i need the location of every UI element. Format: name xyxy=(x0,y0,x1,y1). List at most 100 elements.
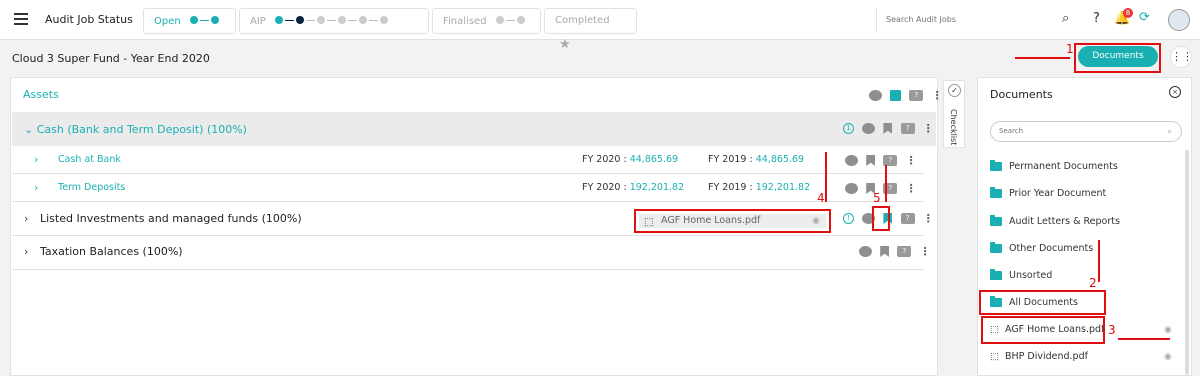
checklist-tab[interactable]: ✓ Checklist xyxy=(943,80,965,148)
help-icon[interactable]: ? xyxy=(1093,11,1100,26)
eye-icon[interactable]: ◉ xyxy=(812,214,820,228)
annotation-arrow xyxy=(825,152,827,202)
comment-icon[interactable] xyxy=(845,155,858,166)
folder-icon xyxy=(990,160,1002,171)
folder-icon xyxy=(990,187,1002,198)
checklist-label: Checklist xyxy=(949,109,958,146)
more-icon[interactable]: ⋮ xyxy=(923,122,934,135)
documents-title: Documents xyxy=(990,88,1053,101)
folder-icon xyxy=(990,269,1002,280)
comment-icon[interactable] xyxy=(859,246,872,257)
folder-item[interactable]: Prior Year Document xyxy=(990,187,1106,199)
annotation-box-5 xyxy=(872,206,890,231)
chevron-right-icon[interactable]: › xyxy=(34,153,38,166)
fy2019-value: 44,865.69 xyxy=(755,154,805,165)
bookmark-icon[interactable] xyxy=(890,90,902,101)
app-title: Audit Job Status xyxy=(45,13,133,26)
chevron-right-icon[interactable]: › xyxy=(24,212,28,225)
chevron-right-icon[interactable]: › xyxy=(34,181,38,194)
file-icon: ⬚ xyxy=(990,351,999,362)
annotation-number: 5 xyxy=(873,191,881,205)
attached-file-name: AGF Home Loans.pdf xyxy=(661,215,761,226)
star-icon: ★ xyxy=(559,37,571,52)
annotation-arrow xyxy=(1098,240,1100,282)
chevron-right-icon[interactable]: › xyxy=(24,245,28,258)
stage-open[interactable]: Open xyxy=(143,8,236,34)
bookmark-icon[interactable] xyxy=(866,155,876,166)
annotation-box-3 xyxy=(981,316,1105,344)
fy2020-value: 44,865.69 xyxy=(629,154,679,165)
notification-badge: 8 xyxy=(1123,8,1133,18)
more-icon[interactable]: ⋮ xyxy=(920,245,931,258)
folder-item[interactable]: Permanent Documents xyxy=(990,160,1118,172)
info-icon[interactable]: 1 xyxy=(843,123,854,134)
annotation-box-1 xyxy=(1074,43,1161,73)
folder-item[interactable]: Other Documents xyxy=(990,242,1093,254)
documents-search-input[interactable] xyxy=(999,127,1149,135)
info-icon[interactable]: ! xyxy=(843,213,854,224)
annotation-arrow xyxy=(885,165,887,202)
sync-icon[interactable]: ⟳ xyxy=(1139,10,1150,25)
table-row[interactable]: › Taxation Balances (100%) ? ⋮ xyxy=(12,236,931,270)
more-icon[interactable]: ⋮ xyxy=(923,212,934,225)
bookmark-icon[interactable] xyxy=(883,123,893,134)
top-bar: Audit Job Status Open AIP Finalised Comp… xyxy=(0,0,1200,52)
folder-icon xyxy=(990,215,1002,226)
more-icon[interactable]: ⋮ xyxy=(932,89,943,102)
row-label[interactable]: Term Deposits xyxy=(58,182,125,193)
file-icon: ⬚ xyxy=(644,217,654,228)
query-icon[interactable]: ? xyxy=(909,90,924,101)
page-title: Cloud 3 Super Fund - Year End 2020 xyxy=(12,52,210,65)
row-label[interactable]: Cash at Bank xyxy=(58,154,121,165)
attached-file-chip[interactable]: ⬚ AGF Home Loans.pdf ◉ xyxy=(634,209,831,233)
annotation-box-2 xyxy=(979,290,1106,315)
stage-completed[interactable]: Completed ★ xyxy=(544,8,637,52)
search-icon[interactable]: ⌕ xyxy=(1168,122,1172,141)
comment-icon[interactable] xyxy=(862,123,876,134)
cash-group-row[interactable]: ⌄ Cash (Bank and Term Deposit) (100%) 1 … xyxy=(12,112,936,146)
row-label[interactable]: Taxation Balances (100%) xyxy=(40,245,183,258)
eye-icon[interactable]: ◉ xyxy=(1164,352,1172,362)
query-icon[interactable]: ? xyxy=(900,213,915,224)
check-icon: ✓ xyxy=(948,84,961,97)
stage-label: Open xyxy=(154,16,181,27)
folder-item[interactable]: Unsorted xyxy=(990,269,1052,281)
row-label[interactable]: Listed Investments and managed funds (10… xyxy=(40,212,302,225)
comment-icon[interactable] xyxy=(845,183,858,194)
annotation-number: 2 xyxy=(1089,276,1097,290)
stage-label: Completed xyxy=(555,15,610,26)
annotation-arrow xyxy=(1015,57,1070,59)
close-icon[interactable]: × xyxy=(1169,86,1181,98)
query-icon[interactable]: ? xyxy=(897,246,912,257)
assets-link[interactable]: Assets xyxy=(23,88,59,101)
folder-icon xyxy=(990,242,1002,253)
query-icon[interactable]: ? xyxy=(900,123,915,134)
stage-label: AIP xyxy=(250,16,266,27)
search-bar xyxy=(876,8,1086,32)
stage-label: Finalised xyxy=(443,16,487,27)
file-item[interactable]: ⬚ BHP Dividend.pdf xyxy=(990,351,1088,362)
stage-aip[interactable]: AIP xyxy=(239,8,429,34)
annotation-number: 3 xyxy=(1108,323,1116,337)
comment-icon[interactable] xyxy=(869,90,882,101)
eye-icon[interactable]: ◉ xyxy=(1164,325,1172,335)
menu-icon[interactable] xyxy=(14,13,28,25)
bookmark-icon[interactable] xyxy=(880,246,890,257)
fy2020-value: 192,201.82 xyxy=(629,182,685,193)
table-row[interactable]: › Cash at Bank FY 2020 : 44,865.69 FY 20… xyxy=(12,146,924,174)
documents-search: ⌕ xyxy=(990,121,1182,142)
folder-item[interactable]: Audit Letters & Reports xyxy=(990,215,1120,227)
annotation-number: 1 xyxy=(1066,42,1074,56)
stage-finalised[interactable]: Finalised xyxy=(432,8,541,34)
more-icon[interactable]: ⋮ xyxy=(906,182,917,195)
search-audit-jobs-input[interactable] xyxy=(886,15,1056,24)
annotation-arrow xyxy=(1118,338,1170,340)
table-row[interactable]: › Term Deposits FY 2020 : 192,201.82 FY … xyxy=(12,174,924,202)
avatar[interactable] xyxy=(1168,9,1190,31)
fy2019-value: 192,201.82 xyxy=(755,182,811,193)
more-icon[interactable]: ⋮ xyxy=(906,154,917,167)
annotation-number: 4 xyxy=(817,191,825,205)
search-icon[interactable]: ⌕ xyxy=(1062,11,1069,26)
apps-grid-icon[interactable]: ⋮⋮ xyxy=(1170,46,1193,68)
scrollbar[interactable] xyxy=(1185,150,1189,375)
